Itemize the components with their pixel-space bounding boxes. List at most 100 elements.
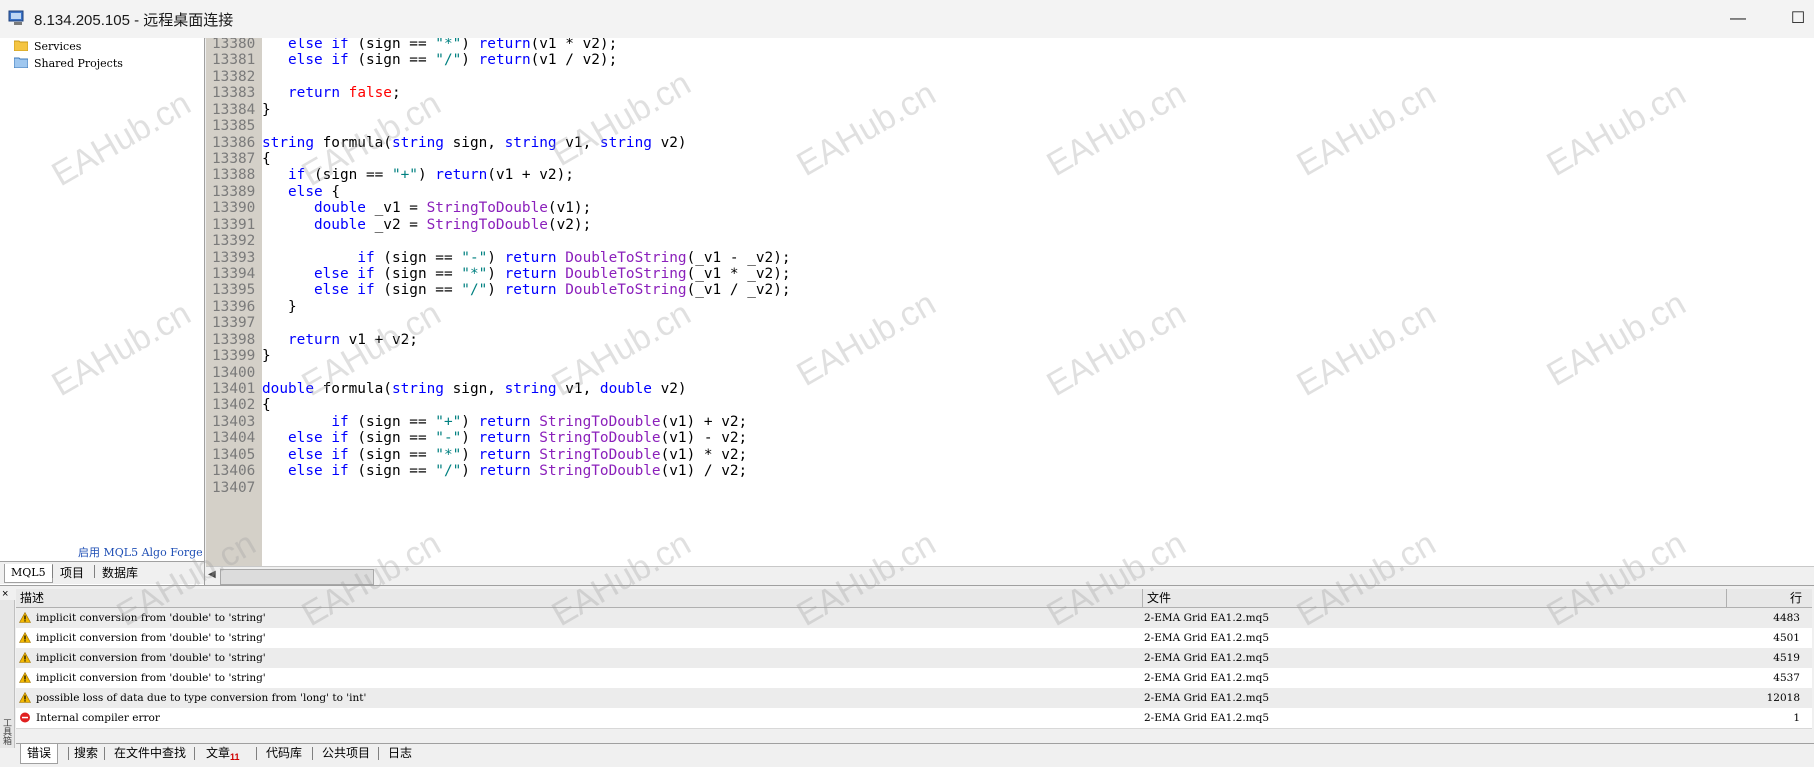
code-text: string formula(string sign, string v1, s… [262, 134, 687, 153]
code-token: _v1 = [365, 200, 427, 217]
tree-item-services[interactable]: Services [14, 38, 81, 56]
code-token: "/" [435, 463, 462, 480]
warning-icon [19, 652, 31, 663]
window-title: 8.134.205.105 - 远程桌面连接 [34, 12, 234, 29]
tab-mql5[interactable]: MQL5 [4, 564, 53, 583]
minimize-button[interactable]: — [1716, 6, 1760, 32]
code-token: ) [487, 249, 505, 266]
tab-errors[interactable]: 错误 [20, 744, 59, 764]
code-text: return false; [262, 84, 401, 103]
code-token: double [262, 381, 314, 398]
code-token: formula( [313, 381, 392, 398]
tab-find-in-files[interactable]: 在文件中查找 [114, 744, 186, 763]
warning-icon [19, 692, 31, 703]
tab-search[interactable]: 搜索 [74, 744, 98, 763]
scrollbar-thumb[interactable] [220, 569, 374, 585]
algo-forge-link[interactable]: 启用 MQL5 Algo Forge [78, 544, 203, 560]
toolbox-panel: × 工具箱 描述 文件 行 implicit conversion from '… [0, 585, 1814, 764]
code-line[interactable]: 13407 [206, 479, 260, 498]
code-token: return [478, 38, 531, 52]
horizontal-scrollbar[interactable]: ◀ [206, 566, 1814, 586]
code-token: "*" [435, 446, 462, 463]
code-token: string [262, 134, 314, 151]
error-row[interactable]: possible loss of data due to type conver… [16, 688, 1812, 709]
scroll-left-icon[interactable]: ◀ [208, 569, 216, 580]
code-token: return [504, 282, 557, 299]
error-file: 2-EMA Grid EA1.2.mq5 [1144, 692, 1270, 704]
tab-journal[interactable]: 日志 [388, 744, 412, 763]
tree-item-shared-projects[interactable]: Shared Projects [14, 55, 123, 73]
error-file: 2-EMA Grid EA1.2.mq5 [1144, 672, 1270, 684]
code-token: string [504, 134, 557, 151]
remote-desktop-icon [8, 10, 24, 25]
error-description: possible loss of data due to type conver… [36, 692, 367, 704]
code-token: double [599, 381, 652, 398]
error-row[interactable]: implicit conversion from 'double' to 'st… [16, 648, 1812, 669]
tab-public-projects[interactable]: 公共项目 [322, 744, 370, 763]
code-token: string [504, 381, 557, 398]
tab-codebase[interactable]: 代码库 [266, 744, 302, 763]
code-token: (sign == [348, 413, 436, 430]
col-desc-header[interactable]: 描述 [16, 589, 1144, 607]
warning-icon [19, 672, 31, 683]
code-token: double [313, 216, 366, 233]
col-line-header[interactable]: 行 [1726, 589, 1812, 607]
close-toolbox-button[interactable]: × [2, 588, 8, 600]
code-token: (_v1 / _v2); [686, 282, 791, 299]
error-file: 2-EMA Grid EA1.2.mq5 [1144, 652, 1270, 664]
error-description: implicit conversion from 'double' to 'st… [36, 652, 266, 664]
folder-icon [14, 40, 28, 51]
code-token: if [288, 167, 306, 184]
code-token: string [599, 134, 652, 151]
tab-separator [256, 747, 257, 760]
code-token: false [348, 85, 392, 102]
code-token: return [478, 446, 531, 463]
error-row[interactable]: Internal compiler error 2-EMA Grid EA1.2.… [16, 708, 1812, 729]
code-token: "/" [461, 282, 488, 299]
error-file: 2-EMA Grid EA1.2.mq5 [1144, 632, 1270, 644]
code-token: sign, [443, 134, 505, 151]
maximize-button[interactable]: ☐ [1776, 6, 1814, 32]
code-token: (sign == [305, 167, 392, 184]
tab-articles-label: 文章 [206, 746, 231, 760]
code-token: ) [461, 413, 479, 430]
tab-database[interactable]: 数据库 [96, 564, 144, 582]
error-row[interactable]: implicit conversion from 'double' to 'st… [16, 628, 1812, 649]
error-row[interactable]: implicit conversion from 'double' to 'st… [16, 668, 1812, 689]
tab-articles[interactable]: 文章11 [206, 744, 240, 763]
code-token: ) [461, 52, 479, 69]
code-token: v1, [556, 134, 600, 151]
code-token: { [262, 397, 271, 414]
code-token: else if [288, 430, 349, 447]
code-token: StringToDouble [426, 216, 548, 233]
code-token: ) [461, 430, 479, 447]
code-token: StringToDouble [539, 413, 661, 430]
code-token: return [478, 430, 531, 447]
code-token: (sign == [374, 282, 462, 299]
col-file-header[interactable]: 文件 [1142, 589, 1732, 607]
code-token: "+" [391, 167, 418, 184]
tab-separator [68, 747, 69, 760]
code-token: "/" [435, 52, 462, 69]
code-token: (sign == [348, 52, 436, 69]
error-row[interactable]: implicit conversion from 'double' to 'st… [16, 608, 1812, 629]
code-editor[interactable]: 13380 else if (sign == "*") return(v1 * … [206, 38, 1814, 568]
code-token: ) [461, 463, 479, 480]
title-bar: 8.134.205.105 - 远程桌面连接 — ☐ [0, 0, 1814, 39]
code-token: { [262, 151, 271, 167]
code-token: double [313, 200, 366, 217]
code-token: v1, [556, 381, 600, 398]
code-token: (v1 / v2); [530, 52, 618, 69]
code-token: return [504, 266, 557, 283]
error-icon [20, 712, 30, 723]
error-description: implicit conversion from 'double' to 'st… [36, 612, 266, 624]
code-text: return v1 + v2; [262, 331, 418, 350]
navigator-tabs: MQL5 项目 数据库 [0, 561, 204, 584]
code-token: ) [487, 282, 505, 299]
tab-separator [52, 565, 53, 578]
tab-projects[interactable]: 项目 [54, 564, 90, 582]
